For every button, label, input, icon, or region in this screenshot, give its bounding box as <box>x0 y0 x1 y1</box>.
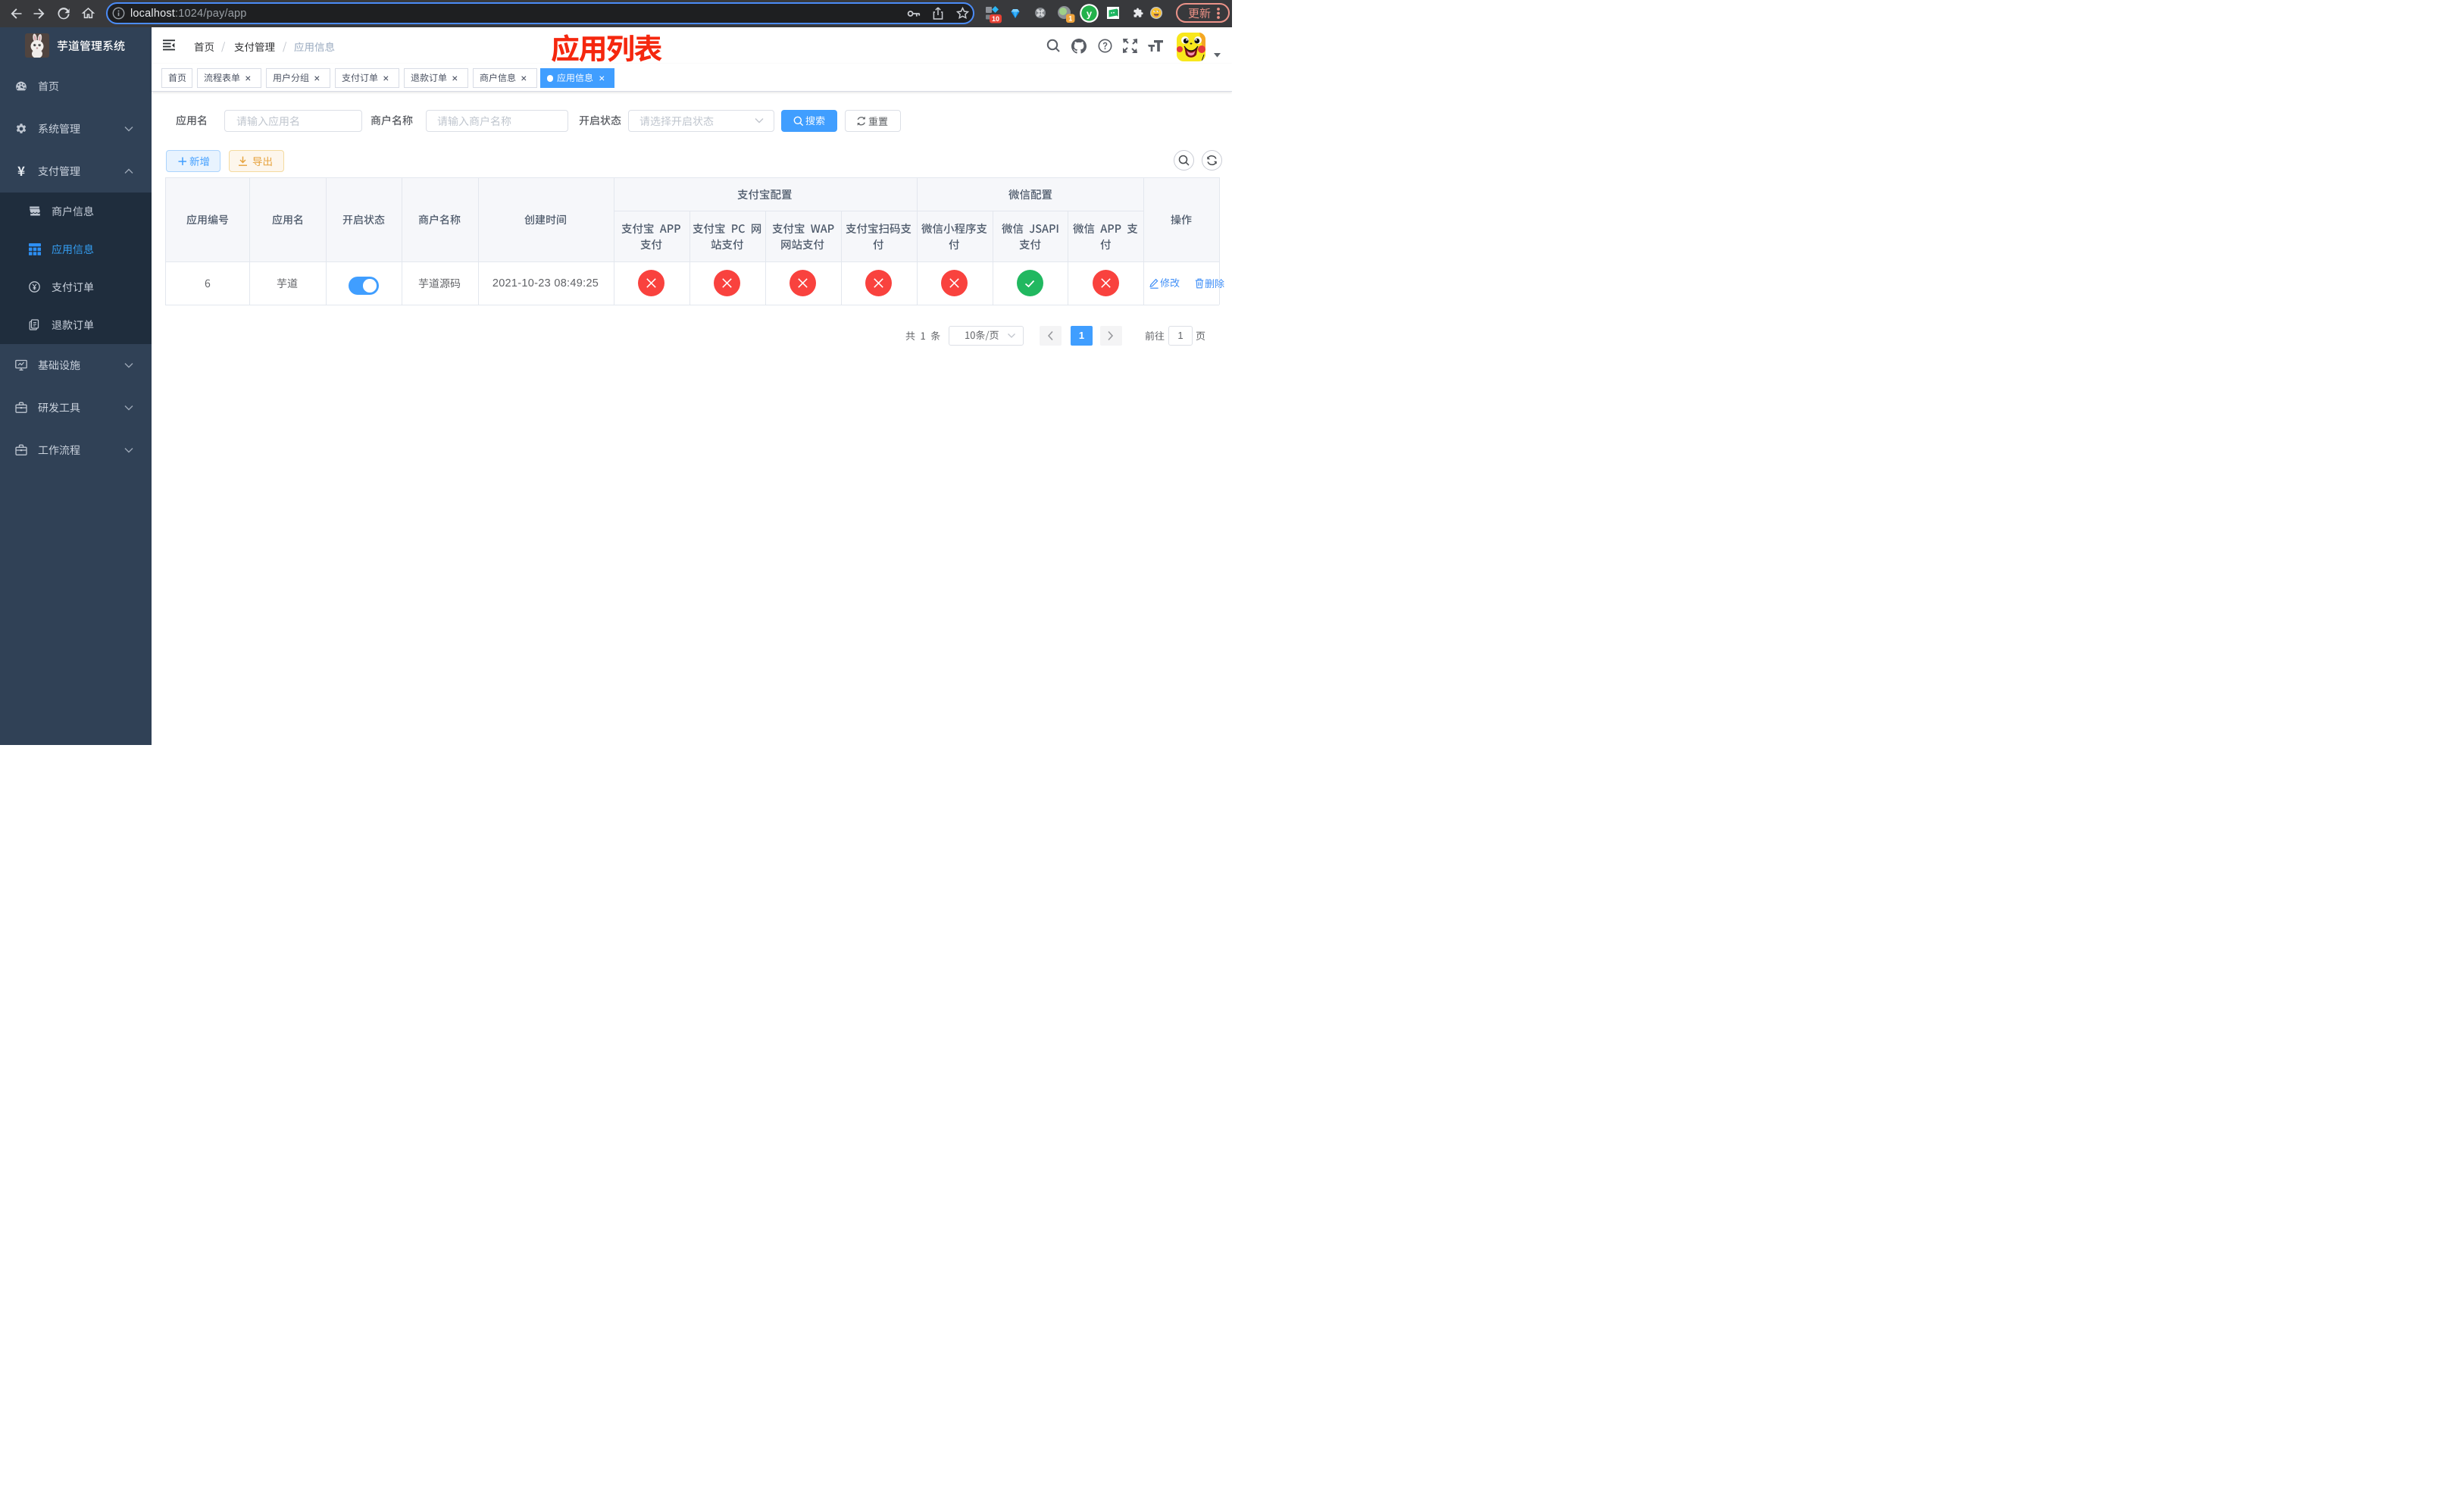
svg-text:y: y <box>1086 8 1092 19</box>
svg-text:1: 1 <box>1068 14 1072 22</box>
svg-text:10: 10 <box>992 15 999 23</box>
